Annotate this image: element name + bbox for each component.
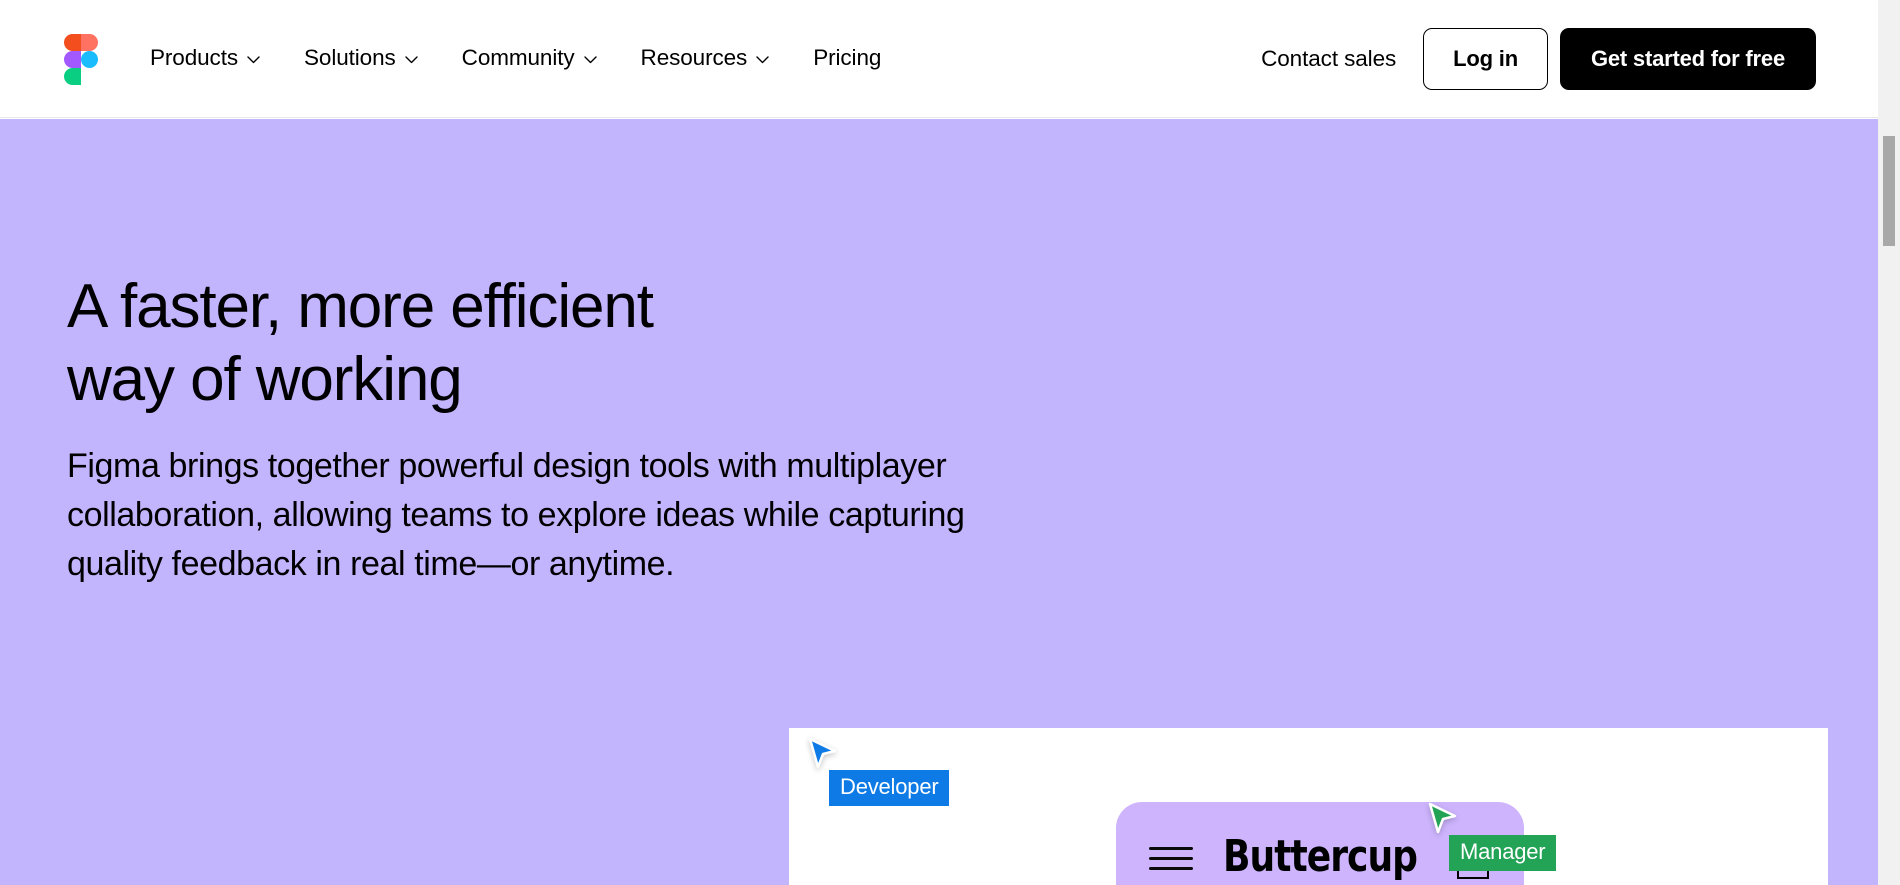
figma-logo-orange-shape [81, 33, 98, 51]
collaboration-preview-card: Buttercup Developer Manager [789, 728, 1828, 885]
figma-logo[interactable] [64, 33, 98, 85]
chevron-down-icon [404, 55, 418, 64]
figma-logo-red-shape [64, 33, 81, 51]
chevron-down-icon [247, 55, 260, 64]
nav-item-pricing-label: Pricing [813, 45, 882, 71]
nav-item-products[interactable]: Products [150, 39, 260, 78]
nav-item-solutions-label: Solutions [304, 45, 396, 71]
page-root: Products Solutions Community Resources P… [0, 0, 1900, 885]
nav-item-community-label: Community [461, 45, 575, 71]
nav-item-products-label: Products [150, 45, 238, 71]
login-button[interactable]: Log in [1423, 27, 1548, 90]
get-started-button[interactable]: Get started for free [1559, 27, 1816, 90]
figma-logo-blue-shape [81, 50, 98, 68]
cursor-arrow-icon [808, 737, 837, 769]
chevron-down-icon [583, 55, 597, 64]
contact-sales-link[interactable]: Contact sales [1261, 46, 1396, 72]
nav-item-resources-label: Resources [640, 45, 748, 71]
hero-section: A faster, more efficient way of working … [0, 119, 1878, 885]
main-navigation: Products Solutions Community Resources P… [150, 39, 881, 78]
header-actions: Contact sales Log in Get started for fre… [1261, 27, 1816, 90]
vertical-scrollbar-track[interactable] [1878, 0, 1900, 885]
nav-item-solutions[interactable]: Solutions [304, 39, 418, 78]
chevron-down-icon [756, 55, 769, 64]
nav-item-resources[interactable]: Resources [641, 39, 770, 78]
site-header: Products Solutions Community Resources P… [0, 0, 1878, 118]
cursor-arrow-icon [1428, 802, 1457, 834]
buttercup-brand-name: Buttercup [1222, 831, 1418, 882]
figma-logo-green-shape [64, 67, 81, 85]
nav-item-pricing[interactable]: Pricing [813, 39, 881, 78]
cursor-manager: Manager [1428, 802, 1557, 871]
cursor-manager-label: Manager [1449, 835, 1557, 871]
nav-item-community[interactable]: Community [462, 39, 597, 78]
hero-headline: A faster, more efficient way of working [67, 272, 654, 414]
vertical-scrollbar-thumb[interactable] [1883, 136, 1895, 246]
cursor-developer-label: Developer [829, 770, 950, 806]
hero-subtext: Figma brings together powerful design to… [67, 447, 965, 583]
cursor-developer: Developer [808, 737, 950, 806]
figma-logo-purple-shape [64, 50, 81, 68]
